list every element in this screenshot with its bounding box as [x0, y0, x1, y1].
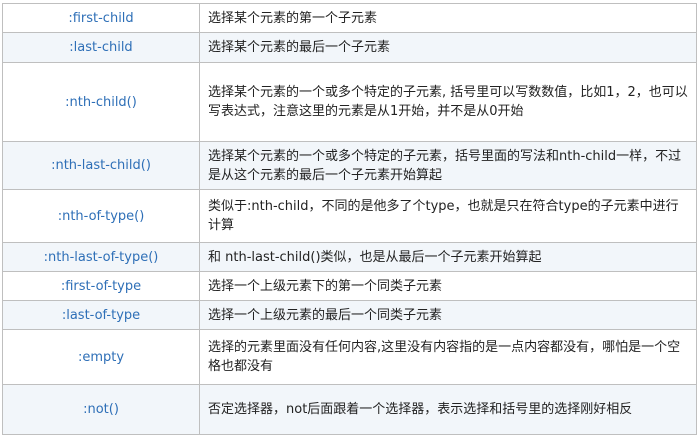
description-cell: 选择某个元素的最后一个子元素: [199, 32, 697, 63]
table-row: :first-child 选择某个元素的第一个子元素: [2, 3, 697, 33]
table-row: :not() 否定选择器，not后面跟着一个选择器，表示选择和括号里的选择刚好相…: [2, 384, 697, 435]
description-cell: 选择一个上级元素的最后一个同类子元素: [199, 300, 697, 330]
selector-cell: :nth-child(): [2, 62, 200, 142]
selector-table: :first-child 选择某个元素的第一个子元素 :last-child 选…: [2, 3, 697, 435]
selector-cell: :nth-of-type(): [2, 189, 200, 243]
description-cell: 选择一个上级元素下的第一个同类子元素: [199, 271, 697, 301]
selector-cell: :first-child: [2, 3, 200, 33]
selector-cell: :nth-last-child(): [2, 141, 200, 190]
description-cell: 选择某个元素的一个或多个特定的子元素, 括号里可以写数数值，比如1，2，也可以写…: [199, 62, 697, 142]
selector-cell: :last-of-type: [2, 300, 200, 330]
description-cell: 选择某个元素的一个或多个特定的子元素，括号里面的写法和nth-child一样，不…: [199, 141, 697, 190]
description-cell: 选择的元素里面没有任何内容,这里没有内容指的是一点内容都没有，哪怕是一个空格也都…: [199, 329, 697, 385]
table-row: :nth-of-type() 类似于:nth-child，不同的是他多了个typ…: [2, 189, 697, 243]
table-row: :nth-last-child() 选择某个元素的一个或多个特定的子元素，括号里…: [2, 141, 697, 190]
table-row: :last-of-type 选择一个上级元素的最后一个同类子元素: [2, 300, 697, 330]
selector-cell: :nth-last-of-type(): [2, 242, 200, 272]
description-cell: 否定选择器，not后面跟着一个选择器，表示选择和括号里的选择刚好相反: [199, 384, 697, 435]
table-row: :empty 选择的元素里面没有任何内容,这里没有内容指的是一点内容都没有，哪怕…: [2, 329, 697, 385]
selector-cell: :not(): [2, 384, 200, 435]
description-cell: 选择某个元素的第一个子元素: [199, 3, 697, 33]
selector-cell: :first-of-type: [2, 271, 200, 301]
selector-cell: :last-child: [2, 32, 200, 63]
table-row: :last-child 选择某个元素的最后一个子元素: [2, 32, 697, 63]
selector-cell: :empty: [2, 329, 200, 385]
table-row: :nth-last-of-type() 和 nth-last-child()类似…: [2, 242, 697, 272]
description-cell: 和 nth-last-child()类似，也是从最后一个子元素开始算起: [199, 242, 697, 272]
table-row: :first-of-type 选择一个上级元素下的第一个同类子元素: [2, 271, 697, 301]
table-row: :nth-child() 选择某个元素的一个或多个特定的子元素, 括号里可以写数…: [2, 62, 697, 142]
description-cell: 类似于:nth-child，不同的是他多了个type，也就是只在符合type的子…: [199, 189, 697, 243]
